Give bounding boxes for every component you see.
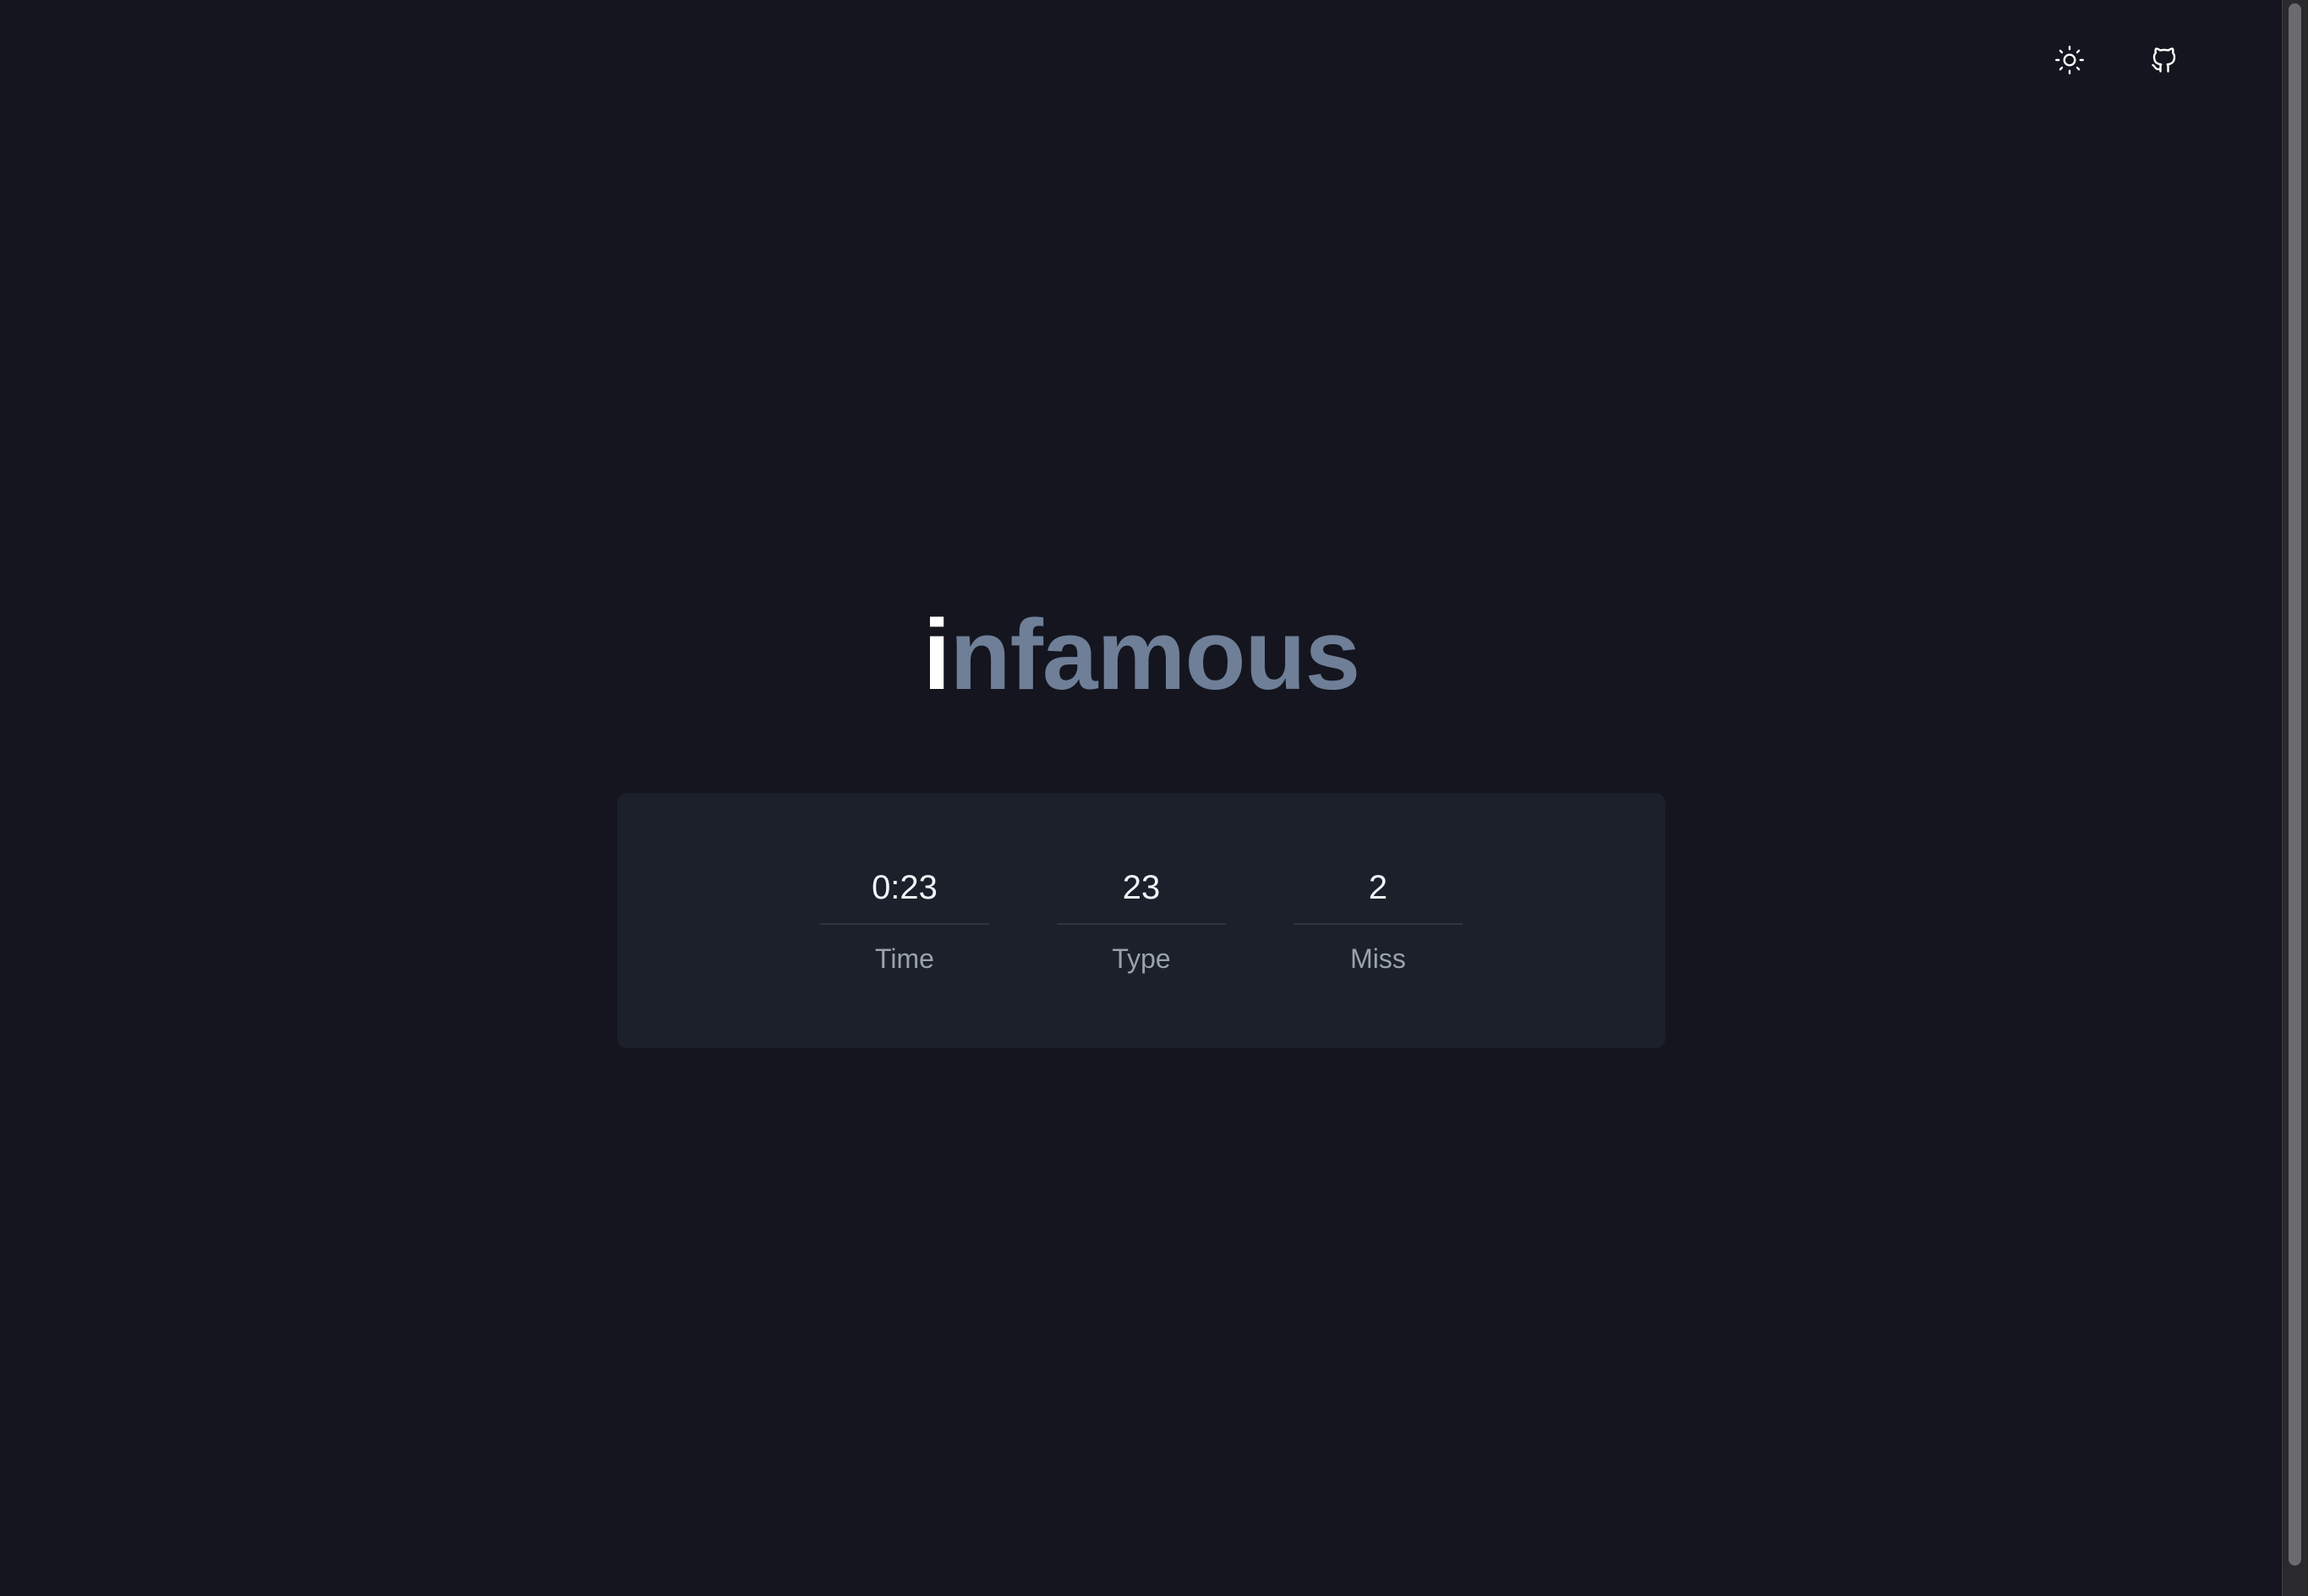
- github-link[interactable]: [2149, 42, 2179, 78]
- remaining-characters: nfamous: [949, 599, 1361, 711]
- target-word: infamous: [0, 583, 2283, 727]
- theme-toggle-button[interactable]: [2054, 42, 2085, 78]
- scrollbar-thumb[interactable]: [2289, 3, 2301, 1566]
- stats-row: 0:23 Time 23 Type 2 Miss: [820, 862, 1463, 976]
- stat-type-value: 23: [1057, 862, 1226, 925]
- sun-icon: [2055, 46, 2084, 74]
- vertical-scrollbar[interactable]: [2282, 0, 2308, 1596]
- github-icon: [2152, 47, 2176, 73]
- stat-time: 0:23 Time: [820, 862, 989, 976]
- top-toolbar: [2054, 42, 2179, 78]
- app-page: infamous 0:23 Time 23 Type 2 Miss: [0, 0, 2308, 1596]
- stat-miss: 2 Miss: [1293, 862, 1463, 976]
- stats-panel: 0:23 Time 23 Type 2 Miss: [617, 793, 1665, 1048]
- stat-miss-value: 2: [1293, 862, 1463, 925]
- stat-type-label: Type: [1112, 943, 1171, 974]
- stat-miss-label: Miss: [1350, 943, 1406, 974]
- stat-type: 23 Type: [1057, 862, 1226, 976]
- stat-time-value: 0:23: [820, 862, 989, 925]
- typed-characters: i: [922, 599, 951, 711]
- stat-time-label: Time: [875, 943, 934, 974]
